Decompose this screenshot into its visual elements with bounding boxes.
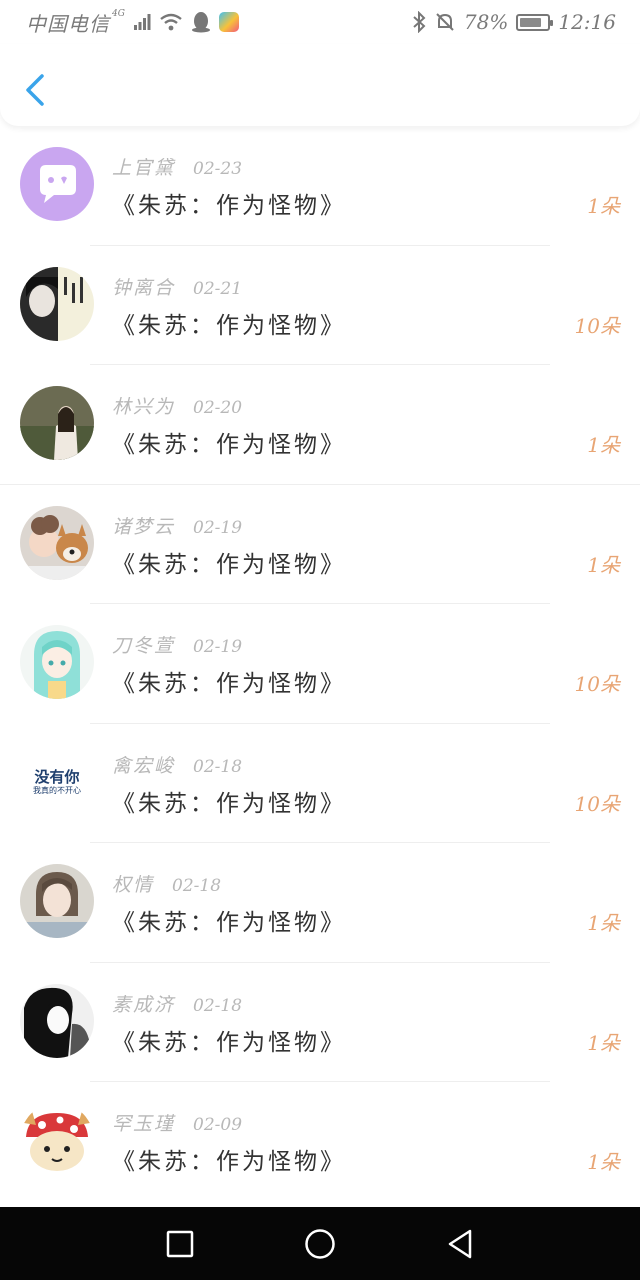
name-line: 钟离合 02-21 <box>112 273 242 300</box>
wifi-icon <box>159 12 183 32</box>
name-line: 诸梦云 02-19 <box>112 512 242 539</box>
name-line: 罕玉瑾 02-09 <box>112 1109 242 1136</box>
home-button[interactable] <box>304 1228 336 1260</box>
list-item[interactable]: 诸梦云 02-19 《朱苏：作为怪物》 1朵 <box>0 485 640 604</box>
list-item[interactable]: 罕玉瑾 02-09 《朱苏：作为怪物》 1朵 <box>0 1082 640 1202</box>
send-date: 02-19 <box>193 517 243 538</box>
send-date: 02-09 <box>193 1115 243 1135</box>
system-back-button[interactable] <box>444 1228 476 1260</box>
send-date: 02-18 <box>193 995 243 1016</box>
flower-count: 1朵 <box>587 1030 620 1055</box>
sender-name: 上官黛 <box>112 157 176 179</box>
avatar <box>20 625 94 699</box>
status-left: 中国电信 4G <box>26 8 239 37</box>
recent-apps-icon <box>166 1230 194 1257</box>
flower-count: 10朵 <box>574 672 620 696</box>
battery-icon <box>516 13 554 31</box>
list-item[interactable]: 没有你 我真的不开心 禽宏峻 02-18 《朱苏：作为怪物》 10朵 <box>0 724 640 843</box>
name-line: 禽宏峻 02-18 <box>112 751 242 778</box>
battery-percent: 78% <box>463 10 509 34</box>
flower-count: 1朵 <box>587 194 620 218</box>
status-right: 78% 12:16 <box>412 10 616 34</box>
carrier-label: 中国电信 <box>26 11 110 36</box>
work-title: 《朱苏：作为怪物》 <box>112 551 346 578</box>
sender-name: 素成济 <box>112 993 176 1016</box>
work-title: 《朱苏：作为怪物》 <box>112 432 346 458</box>
status-bar: 中国电信 4G 78% 12:16 <box>0 0 640 44</box>
flower-count: 1朵 <box>587 1150 620 1174</box>
list-item[interactable]: 钟离合 02-21 《朱苏：作为怪物》 10朵 <box>0 246 640 365</box>
flower-count: 10朵 <box>574 791 620 816</box>
list-item[interactable]: 上官黛 02-23 《朱苏：作为怪物》 1朵 <box>0 126 640 246</box>
work-title: 《朱苏：作为怪物》 <box>112 910 346 936</box>
avatar <box>20 983 94 1058</box>
name-line: 权情 02-18 <box>112 870 221 897</box>
name-line: 林兴为 02-20 <box>112 392 242 419</box>
avatar <box>20 1103 94 1177</box>
name-line: 上官黛 02-23 <box>112 153 242 180</box>
list-item[interactable]: 林兴为 02-20 《朱苏：作为怪物》 1朵 <box>0 365 640 485</box>
sender-name: 诸梦云 <box>112 515 176 538</box>
work-title: 《朱苏：作为怪物》 <box>112 671 346 697</box>
app-header <box>0 44 640 126</box>
avatar-text: 没有你 我真的不开心 <box>20 744 94 819</box>
signal-icon <box>133 13 151 31</box>
work-title: 《朱苏：作为怪物》 <box>112 193 346 219</box>
sender-name: 权情 <box>112 874 155 896</box>
name-line: 素成济 02-18 <box>112 990 242 1017</box>
sender-name: 禽宏峻 <box>112 754 176 777</box>
avatar-text-main: 没有你 <box>34 767 80 786</box>
send-date: 02-21 <box>193 278 243 299</box>
sender-name: 钟离合 <box>112 276 176 299</box>
flower-count: 1朵 <box>587 552 620 577</box>
qq-penguin-icon <box>191 11 211 33</box>
clock: 12:16 <box>558 10 616 34</box>
sender-name: 刀冬萱 <box>112 635 176 657</box>
flower-count: 10朵 <box>574 313 620 338</box>
list-item[interactable]: 权情 02-18 《朱苏：作为怪物》 1朵 <box>0 843 640 963</box>
battery-level <box>520 17 541 27</box>
avatar <box>20 386 94 460</box>
network-type: 4G <box>112 9 125 19</box>
work-title: 《朱苏：作为怪物》 <box>112 1149 346 1175</box>
bluetooth-icon <box>412 11 426 33</box>
work-title: 《朱苏：作为怪物》 <box>112 790 346 817</box>
name-line: 刀冬萱 02-19 <box>112 631 242 658</box>
system-navigation-bar <box>0 1207 640 1280</box>
home-icon <box>305 1228 335 1259</box>
avatar-text-sub: 我真的不开心 <box>33 785 81 795</box>
list-item[interactable]: 素成济 02-18 《朱苏：作为怪物》 1朵 <box>0 963 640 1082</box>
chevron-left-icon <box>26 74 44 106</box>
flower-count: 1朵 <box>587 433 620 457</box>
avatar <box>20 505 94 580</box>
list-item[interactable]: 刀冬萱 02-19 《朱苏：作为怪物》 10朵 <box>0 604 640 724</box>
send-date: 02-18 <box>193 756 243 777</box>
app-notification-icon <box>218 12 239 32</box>
send-date: 02-20 <box>193 398 243 418</box>
avatar <box>20 266 94 341</box>
send-date: 02-19 <box>193 637 243 657</box>
gift-record-list: 上官黛 02-23 《朱苏：作为怪物》 1朵 钟离合 02-21 《朱苏：作为怪… <box>0 126 640 1202</box>
back-triangle-icon <box>448 1229 472 1258</box>
work-title: 《朱苏：作为怪物》 <box>112 312 346 339</box>
mute-bell-icon <box>434 11 456 33</box>
send-date: 02-23 <box>193 159 243 179</box>
flower-count: 1朵 <box>587 911 620 935</box>
send-date: 02-18 <box>172 876 222 896</box>
sender-name: 罕玉瑾 <box>112 1113 176 1135</box>
sender-name: 林兴为 <box>112 396 176 418</box>
recent-apps-button[interactable] <box>164 1228 196 1260</box>
back-button[interactable] <box>20 72 52 108</box>
avatar <box>20 864 94 938</box>
work-title: 《朱苏：作为怪物》 <box>112 1029 346 1056</box>
avatar-chat-icon <box>20 147 94 221</box>
